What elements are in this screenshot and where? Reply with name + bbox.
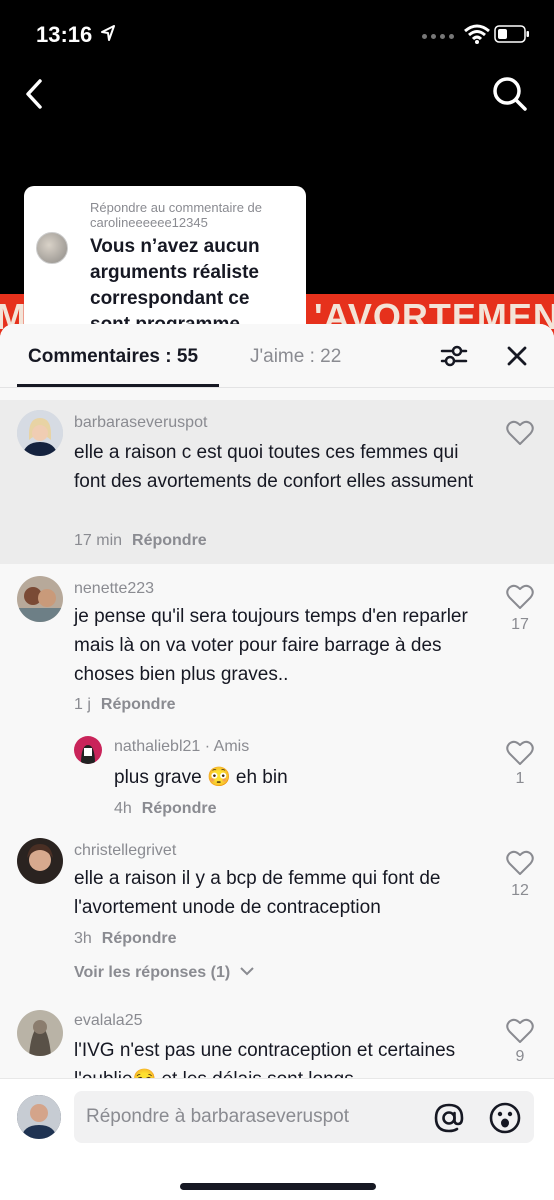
like-heart-icon[interactable] — [506, 584, 534, 610]
wifi-icon — [464, 24, 490, 44]
comment-time: 4h — [114, 800, 132, 817]
comment-username[interactable]: nenette223 — [74, 580, 154, 598]
avatar[interactable] — [17, 410, 63, 456]
avatar[interactable] — [17, 576, 63, 622]
tab-comments[interactable]: Commentaires : 55 — [28, 346, 198, 368]
reply-button[interactable]: Répondre — [101, 696, 176, 713]
back-arrow-icon[interactable] — [22, 78, 46, 110]
like-count: 12 — [511, 882, 529, 899]
sticker-avatar — [36, 232, 68, 264]
sheet-tabs: Commentaires : 55 J'aime : 22 — [0, 324, 554, 388]
avatar[interactable] — [17, 838, 63, 884]
reply-sticker-quote: Vous n’avez aucun arguments réaliste cor… — [90, 236, 260, 335]
avatar[interactable] — [17, 1010, 63, 1056]
status-bar: 13:16 — [0, 0, 554, 70]
comment-meta: 17 min Répondre — [74, 532, 207, 550]
like-count: 9 — [515, 1048, 525, 1065]
home-indicator — [180, 1183, 376, 1190]
comment-item[interactable]: nenette223 je pense qu'il sera toujours … — [0, 564, 554, 724]
avatar[interactable] — [74, 736, 102, 764]
comment-text: elle a raison il y a bcp de femme qui fo… — [74, 868, 441, 918]
reply-sticker-card: Répondre au commentaire de carolineeeeee… — [24, 186, 306, 340]
filter-icon[interactable] — [440, 344, 468, 368]
comment-meta: 3h Répondre — [74, 930, 176, 948]
reply-button[interactable]: Répondre — [132, 532, 207, 549]
status-time: 13:16 — [36, 22, 93, 47]
comment-text: plus grave 😳 eh bin — [114, 767, 288, 788]
comments-sheet: Commentaires : 55 J'aime : 22 barbarasev… — [0, 324, 554, 1200]
comment-input[interactable] — [86, 1091, 416, 1143]
comment-text: je pense qu'il sera toujours temps d'en … — [74, 606, 468, 685]
friends-badge: · Amis — [204, 738, 250, 755]
battery-icon — [494, 25, 529, 43]
signal-icon — [422, 34, 454, 39]
reply-button[interactable]: Répondre — [142, 800, 217, 817]
comment-item[interactable]: christellegrivet elle a raison il y a bc… — [0, 830, 554, 1002]
location-arrow-icon — [101, 25, 115, 41]
like-count: 1 — [515, 770, 525, 787]
comment-input-bar — [0, 1078, 554, 1200]
chevron-down-icon — [239, 967, 254, 976]
close-icon[interactable] — [506, 345, 528, 367]
comment-username[interactable]: barbaraseveruspot — [74, 414, 207, 432]
video-area: 13:16 M 'AVORTEMENT Répondre au commenta… — [0, 0, 554, 340]
comment-item[interactable]: barbaraseveruspot elle a raison c est qu… — [0, 400, 554, 564]
emoji-icon[interactable] — [488, 1101, 522, 1135]
reply-username[interactable]: nathaliebl21 — [114, 738, 200, 755]
mention-at-icon[interactable] — [432, 1101, 466, 1135]
view-replies-label[interactable]: Voir les réponses (1) — [74, 964, 230, 981]
my-avatar — [17, 1095, 61, 1139]
like-heart-icon[interactable] — [506, 1018, 534, 1044]
search-icon[interactable] — [492, 76, 528, 112]
comment-username[interactable]: nathaliebl21 · Amis — [114, 738, 249, 756]
like-heart-icon[interactable] — [506, 850, 534, 876]
like-count: 17 — [511, 616, 529, 633]
comment-text: elle a raison c est quoi toutes ces femm… — [74, 442, 474, 492]
reply-button[interactable]: Répondre — [102, 930, 177, 947]
view-replies-button[interactable]: Voir les réponses (1) — [74, 964, 255, 982]
like-heart-icon[interactable] — [506, 420, 534, 446]
tab-likes[interactable]: J'aime : 22 — [250, 346, 341, 368]
like-heart-icon[interactable] — [506, 740, 534, 766]
comment-time: 3h — [74, 930, 92, 947]
comment-time: 1 j — [74, 696, 91, 713]
comment-meta: 4h Répondre — [114, 800, 216, 818]
reply-sticker-caption: Répondre au commentaire de carolineeeeee… — [90, 200, 262, 230]
tab-active-indicator — [17, 384, 219, 387]
comment-username[interactable]: evalala25 — [74, 1012, 143, 1030]
comment-username[interactable]: christellegrivet — [74, 842, 176, 860]
comment-time: 17 min — [74, 532, 123, 549]
comment-input-box[interactable] — [74, 1091, 534, 1143]
comment-reply-item[interactable]: nathaliebl21 · Amis plus grave 😳 eh bin … — [0, 726, 554, 822]
comment-meta: 1 j Répondre — [74, 696, 176, 714]
